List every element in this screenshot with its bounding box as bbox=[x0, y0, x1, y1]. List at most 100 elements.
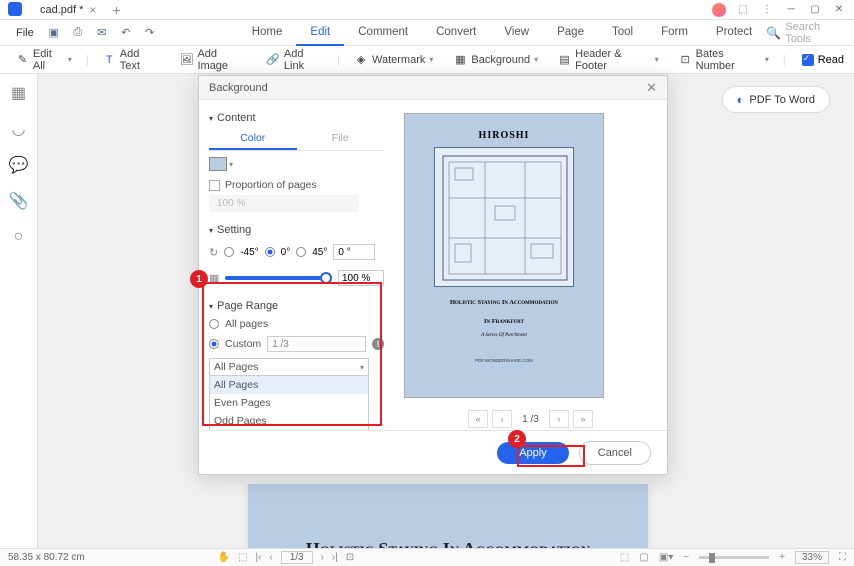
content-section-header[interactable]: ▾ Content bbox=[209, 112, 384, 124]
cloud-sync-icon[interactable] bbox=[712, 3, 726, 17]
maximize-button[interactable]: ▢ bbox=[808, 3, 822, 17]
background-button[interactable]: ▦ Background ▾ bbox=[447, 49, 544, 71]
zoom-slider[interactable] bbox=[699, 556, 769, 559]
cancel-button[interactable]: Cancel bbox=[579, 441, 651, 465]
tab-home[interactable]: Home bbox=[238, 20, 297, 46]
first-page-button[interactable]: « bbox=[468, 410, 488, 428]
text-icon: T bbox=[103, 53, 116, 67]
preview-author: A Series Of Parchment bbox=[421, 333, 587, 338]
close-window-button[interactable]: ✕ bbox=[832, 3, 846, 17]
read-toggle[interactable]: Read bbox=[802, 54, 844, 66]
minimize-button[interactable]: ─ bbox=[784, 3, 798, 17]
floorplan-image bbox=[434, 147, 574, 287]
add-text-button[interactable]: T Add Text bbox=[97, 44, 166, 76]
watermark-button[interactable]: ◈ Watermark ▾ bbox=[348, 49, 439, 71]
select-tool-icon[interactable]: ⬚ bbox=[238, 552, 247, 563]
color-picker[interactable] bbox=[209, 157, 227, 171]
header-footer-icon: ▤ bbox=[558, 53, 571, 67]
all-pages-radio[interactable] bbox=[209, 319, 219, 329]
more-icon[interactable]: ⋮ bbox=[760, 3, 774, 17]
dialog-footer: Apply Cancel bbox=[199, 430, 667, 474]
pdf-to-word-button[interactable]: ◐ PDF To Word bbox=[722, 86, 830, 113]
tab-page[interactable]: Page bbox=[543, 20, 598, 46]
page-filter-select[interactable]: All Pages ▾ bbox=[209, 358, 369, 376]
bates-number-button[interactable]: ⊡ Bates Number ▾ bbox=[673, 44, 775, 76]
custom-range-input[interactable]: 1 /3 bbox=[267, 336, 366, 352]
hand-tool-icon[interactable]: ✋ bbox=[218, 552, 230, 563]
add-link-button[interactable]: 🔗 Add Link bbox=[260, 44, 329, 76]
last-icon[interactable]: ›| bbox=[332, 552, 338, 563]
add-image-button[interactable]: 🖼 Add Image bbox=[174, 44, 253, 76]
annotation-badge-1: 1 bbox=[190, 270, 208, 288]
close-tab-icon[interactable]: × bbox=[89, 3, 96, 17]
first-icon[interactable]: |‹ bbox=[255, 552, 261, 563]
fit-page-icon[interactable]: ▢ bbox=[639, 552, 648, 563]
angle-neg45-radio[interactable] bbox=[224, 247, 234, 257]
angle-0-radio[interactable] bbox=[265, 247, 275, 257]
custom-radio[interactable] bbox=[209, 339, 219, 349]
page-number[interactable]: 1/3 bbox=[281, 551, 313, 564]
tab-tool[interactable]: Tool bbox=[598, 20, 647, 46]
option-all-pages[interactable]: All Pages bbox=[210, 376, 368, 394]
search-panel-icon[interactable]: ○ bbox=[10, 228, 28, 246]
page-range-section-header[interactable]: ▾ Page Range bbox=[209, 300, 384, 312]
save-icon[interactable]: ▣ bbox=[46, 25, 62, 41]
tab-form[interactable]: Form bbox=[647, 20, 702, 46]
search-placeholder: Search Tools bbox=[785, 21, 838, 45]
document-tab[interactable]: cad.pdf * × bbox=[32, 1, 104, 19]
angle-input[interactable]: 0 ° bbox=[333, 244, 375, 260]
edit-icon: ✎ bbox=[16, 53, 29, 67]
chevron-down-icon[interactable]: ▾ bbox=[229, 160, 233, 169]
tab-edit[interactable]: Edit bbox=[296, 20, 344, 46]
option-even-pages[interactable]: Even Pages bbox=[210, 394, 368, 412]
opacity-input[interactable]: 100 % bbox=[338, 270, 384, 286]
dialog-title: Background bbox=[209, 82, 268, 94]
tab-comment[interactable]: Comment bbox=[344, 20, 422, 46]
print-icon[interactable]: ⎙ bbox=[70, 25, 86, 41]
next-page-button[interactable]: › bbox=[549, 410, 569, 428]
header-footer-button[interactable]: ▤ Header & Footer ▾ bbox=[552, 44, 665, 76]
info-icon[interactable]: ! bbox=[372, 338, 384, 350]
tab-view[interactable]: View bbox=[490, 20, 543, 46]
dialog-close-button[interactable]: ✕ bbox=[646, 80, 657, 96]
fullscreen-icon[interactable]: ⛶ bbox=[839, 552, 846, 563]
redo-icon[interactable]: ↷ bbox=[142, 25, 158, 41]
option-odd-pages[interactable]: Odd Pages bbox=[210, 412, 368, 430]
scroll-mode-icon[interactable]: ⊡ bbox=[346, 552, 354, 563]
comment-panel-icon[interactable]: 💬 bbox=[10, 156, 28, 174]
zoom-out-button[interactable]: − bbox=[683, 552, 689, 563]
notification-icon[interactable]: ⬚ bbox=[736, 3, 750, 17]
angle-45-radio[interactable] bbox=[296, 247, 306, 257]
tab-convert[interactable]: Convert bbox=[422, 20, 490, 46]
zoom-in-button[interactable]: + bbox=[779, 552, 785, 563]
search-icon: 🔍 bbox=[766, 26, 781, 40]
opacity-slider[interactable] bbox=[225, 276, 332, 280]
thumbnail-icon[interactable]: ▦ bbox=[10, 84, 28, 102]
share-icon[interactable]: ✉ bbox=[94, 25, 110, 41]
setting-section-header[interactable]: ▾ Setting bbox=[209, 224, 384, 236]
statusbar: 58.35 x 80.72 cm ✋ ⬚ |‹ ‹ 1/3 › ›| ⊡ ⬚ ▢… bbox=[0, 548, 854, 566]
zoom-value[interactable]: 33% bbox=[795, 551, 829, 564]
prev-page-button[interactable]: ‹ bbox=[492, 410, 512, 428]
prev-icon[interactable]: ‹ bbox=[269, 552, 272, 563]
last-page-button[interactable]: » bbox=[573, 410, 593, 428]
color-tab[interactable]: Color bbox=[209, 128, 297, 150]
annotation-badge-2: 2 bbox=[508, 430, 526, 448]
edit-all-button[interactable]: ✎ Edit All ▾ bbox=[10, 44, 78, 76]
new-tab-button[interactable]: + bbox=[112, 2, 120, 18]
file-menu[interactable]: File bbox=[8, 23, 42, 43]
attachment-icon[interactable]: 📎 bbox=[10, 192, 28, 210]
file-tab[interactable]: File bbox=[297, 128, 385, 150]
search-tools[interactable]: 🔍 Search Tools bbox=[766, 21, 838, 45]
apply-button[interactable]: Apply bbox=[497, 442, 569, 464]
slider-thumb[interactable] bbox=[320, 272, 332, 284]
view-mode-icon[interactable]: ▣▾ bbox=[659, 552, 673, 563]
tab-protect[interactable]: Protect bbox=[702, 20, 766, 46]
proportion-checkbox[interactable] bbox=[209, 180, 220, 191]
undo-icon[interactable]: ↶ bbox=[118, 25, 134, 41]
transparency-icon: ▦ bbox=[209, 272, 219, 285]
fit-width-icon[interactable]: ⬚ bbox=[620, 552, 629, 563]
next-icon[interactable]: › bbox=[321, 552, 324, 563]
bookmark-icon[interactable]: ◡ bbox=[10, 120, 28, 138]
menubar: File ▣ ⎙ ✉ ↶ ↷ Home Edit Comment Convert… bbox=[0, 20, 854, 46]
